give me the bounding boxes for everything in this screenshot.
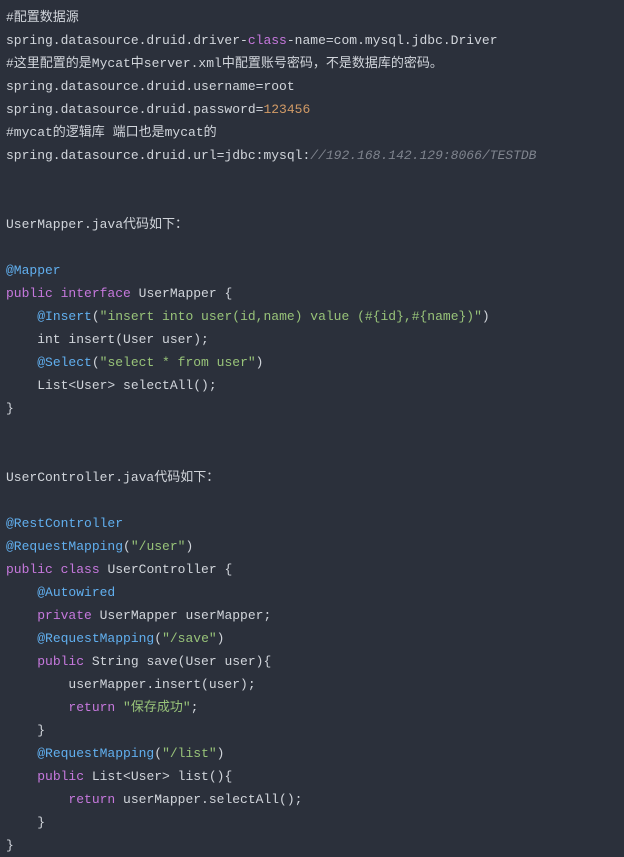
code-token: ( bbox=[154, 631, 162, 646]
code-token: } bbox=[6, 723, 45, 738]
code-token bbox=[6, 309, 37, 324]
code-token: ( bbox=[92, 355, 100, 370]
code-token: ) bbox=[217, 746, 225, 761]
code-token: 123456 bbox=[263, 102, 310, 117]
code-token: UserController { bbox=[100, 562, 233, 577]
code-token: class bbox=[248, 33, 287, 48]
code-token: UserMapper userMapper; bbox=[92, 608, 271, 623]
code-token: ( bbox=[92, 309, 100, 324]
code-token: public bbox=[6, 286, 53, 301]
code-token bbox=[6, 631, 37, 646]
code-token bbox=[6, 792, 68, 807]
code-token bbox=[53, 286, 61, 301]
code-token: List<User> list(){ bbox=[84, 769, 232, 784]
code-token: @RequestMapping bbox=[37, 631, 154, 646]
code-token: @Insert bbox=[37, 309, 92, 324]
code-token bbox=[53, 562, 61, 577]
code-token: public bbox=[37, 654, 84, 669]
code-token: UserMapper.java代码如下： bbox=[6, 217, 188, 232]
code-token: @Select bbox=[37, 355, 92, 370]
code-token: "insert into user(id,name) value (#{id},… bbox=[100, 309, 482, 324]
code-token: @Mapper bbox=[6, 263, 61, 278]
code-token: userMapper.insert(user); bbox=[6, 677, 256, 692]
code-token: UserMapper { bbox=[131, 286, 232, 301]
code-token: } bbox=[6, 401, 14, 416]
code-token: ( bbox=[123, 539, 131, 554]
code-token: ) bbox=[185, 539, 193, 554]
code-token: "/list" bbox=[162, 746, 217, 761]
code-token: spring.datasource.druid.password= bbox=[6, 102, 263, 117]
code-token bbox=[6, 585, 37, 600]
code-token: "select * from user" bbox=[100, 355, 256, 370]
code-token: int insert(User user); bbox=[6, 332, 209, 347]
code-token: ) bbox=[482, 309, 490, 324]
code-token: "/save" bbox=[162, 631, 217, 646]
code-token: UserController.java代码如下： bbox=[6, 470, 219, 485]
code-token: interface bbox=[61, 286, 131, 301]
code-token: "/user" bbox=[131, 539, 186, 554]
code-token: @RequestMapping bbox=[37, 746, 154, 761]
code-token: spring.datasource.druid.driver- bbox=[6, 33, 248, 48]
code-token: spring.datasource.druid.username=root bbox=[6, 79, 295, 94]
code-token: #这里配置的是Mycat中server.xml中配置账号密码，不是数据库的密码。 bbox=[6, 56, 443, 71]
code-token bbox=[115, 700, 123, 715]
code-token: -name=com.mysql.jdbc.Driver bbox=[287, 33, 498, 48]
code-token: ( bbox=[154, 746, 162, 761]
code-token bbox=[6, 608, 37, 623]
code-token: #mycat的逻辑库 端口也是mycat的 bbox=[6, 125, 217, 140]
code-token: @Autowired bbox=[37, 585, 115, 600]
code-token: } bbox=[6, 838, 14, 853]
code-token bbox=[6, 769, 37, 784]
code-token bbox=[6, 700, 68, 715]
code-token: @RequestMapping bbox=[6, 539, 123, 554]
code-token: #配置数据源 bbox=[6, 10, 79, 25]
code-token: return bbox=[68, 700, 115, 715]
code-token: ; bbox=[191, 700, 199, 715]
code-token: spring.datasource.druid.url=jdbc:mysql: bbox=[6, 148, 310, 163]
code-token: String save(User user){ bbox=[84, 654, 271, 669]
code-token bbox=[6, 355, 37, 370]
code-token: public bbox=[37, 769, 84, 784]
code-token: "保存成功" bbox=[123, 700, 191, 715]
code-token: private bbox=[37, 608, 92, 623]
code-token: ) bbox=[217, 631, 225, 646]
code-block: #配置数据源 spring.datasource.druid.driver-cl… bbox=[6, 6, 618, 857]
code-token bbox=[6, 746, 37, 761]
code-token: } bbox=[6, 815, 45, 830]
code-token: List<User> selectAll(); bbox=[6, 378, 217, 393]
code-token: class bbox=[61, 562, 100, 577]
code-token: return bbox=[68, 792, 115, 807]
code-token: public bbox=[6, 562, 53, 577]
code-token: ) bbox=[256, 355, 264, 370]
code-token: userMapper.selectAll(); bbox=[115, 792, 302, 807]
code-token bbox=[6, 654, 37, 669]
code-token: @RestController bbox=[6, 516, 123, 531]
code-token: //192.168.142.129:8066/TESTDB bbox=[310, 148, 536, 163]
